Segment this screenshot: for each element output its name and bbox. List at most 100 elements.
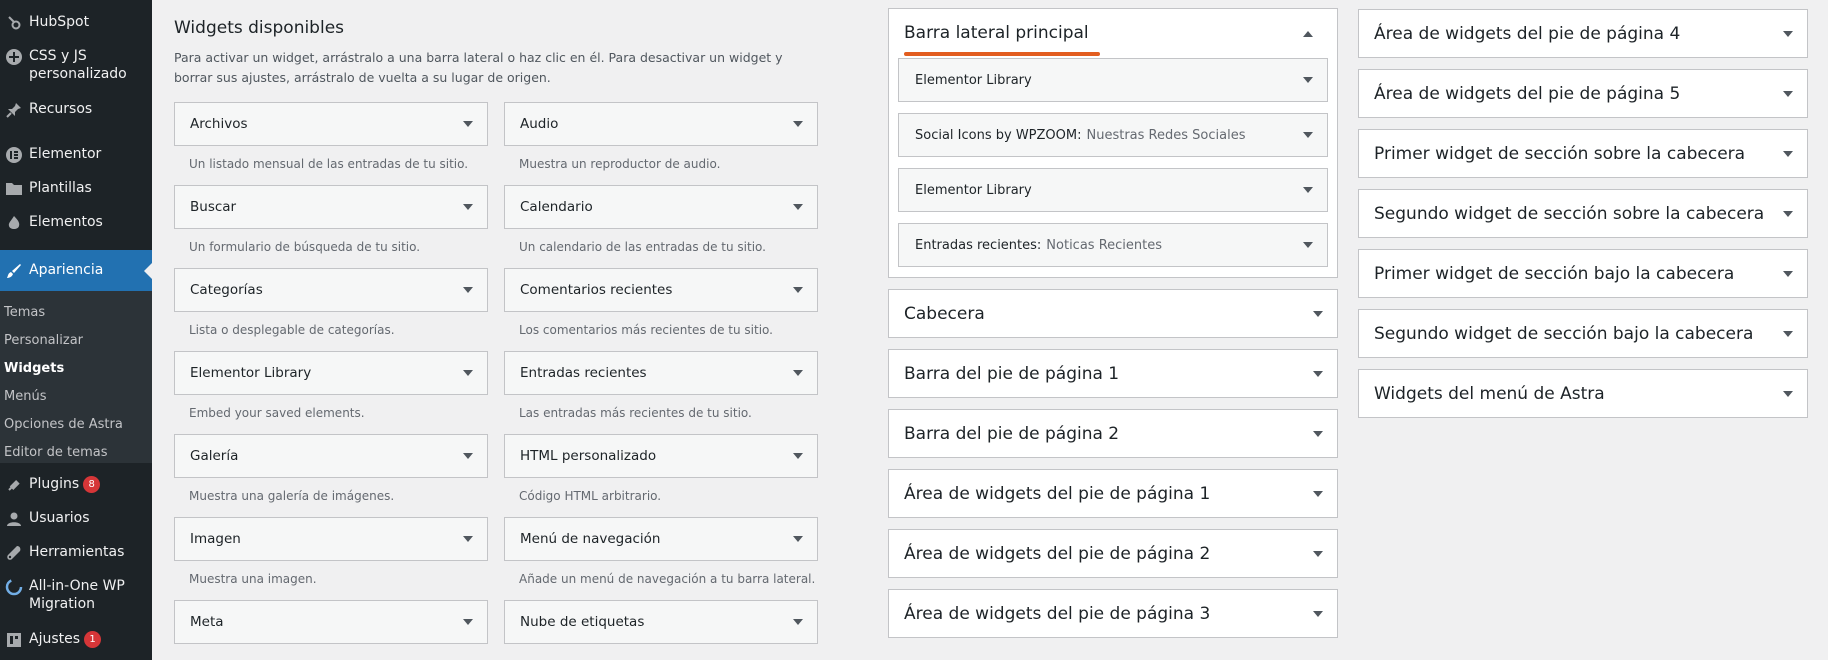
submenu-menus[interactable]: Menús: [4, 389, 46, 405]
sidebar-item-hubspot[interactable]: HubSpot: [0, 13, 152, 33]
area-menu-astra[interactable]: Widgets del menú de Astra: [1358, 369, 1808, 418]
widget-comentarios-recientes[interactable]: Comentarios recientes: [504, 268, 818, 312]
settings-icon: [4, 630, 24, 650]
expand-arrow-icon[interactable]: [463, 536, 473, 542]
area-primer-bajo-cabecera[interactable]: Primer widget de sección bajo la cabecer…: [1358, 249, 1808, 298]
placed-widget-entradas-recientes[interactable]: Entradas recientes: Noticas Recientes: [898, 223, 1328, 267]
widget-categorias[interactable]: Categorías: [174, 268, 488, 312]
sidebar-item-elementor[interactable]: Elementor: [0, 145, 152, 165]
admin-sidebar: HubSpot CSS y JS personalizado Recursos …: [0, 0, 152, 660]
placed-widget-elementor-library[interactable]: Elementor Library: [898, 58, 1328, 102]
area-segundo-sobre-cabecera[interactable]: Segundo widget de sección sobre la cabec…: [1358, 189, 1808, 238]
sidebar-item-ajustes[interactable]: Ajustes 1: [0, 630, 152, 650]
area-barra-lateral-principal[interactable]: Barra lateral principal Elementor Librar…: [888, 8, 1338, 278]
expand-arrow-icon[interactable]: [463, 121, 473, 127]
area-title[interactable]: Barra lateral principal: [904, 23, 1089, 43]
placed-widget-elementor-library-2[interactable]: Elementor Library: [898, 168, 1328, 212]
sidebar-item-herramientas[interactable]: Herramientas: [0, 543, 152, 563]
expand-arrow-icon[interactable]: [1303, 77, 1313, 83]
area-widgets-pie-5[interactable]: Área de widgets del pie de página 5: [1358, 69, 1808, 118]
expand-arrow-icon[interactable]: [793, 121, 803, 127]
submenu-widgets[interactable]: Widgets: [4, 361, 64, 377]
widget-desc: Lista o desplegable de categorías.: [189, 323, 395, 337]
area-widgets-pie-2[interactable]: Área de widgets del pie de página 2: [888, 529, 1338, 578]
sidebar-item-recursos[interactable]: Recursos: [0, 100, 152, 120]
expand-arrow-icon[interactable]: [1313, 430, 1323, 437]
widget-calendario[interactable]: Calendario: [504, 185, 818, 229]
expand-arrow-icon[interactable]: [793, 536, 803, 542]
flame-icon: [4, 213, 24, 233]
area-widgets-pie-1[interactable]: Área de widgets del pie de página 1: [888, 469, 1338, 518]
widget-imagen[interactable]: Imagen: [174, 517, 488, 561]
sidebar-item-apariencia[interactable]: Apariencia: [0, 250, 152, 291]
expand-arrow-icon[interactable]: [1313, 550, 1323, 557]
sidebar-item-css-js[interactable]: CSS y JS personalizado: [0, 47, 152, 83]
sidebar-item-all-in-one-migration[interactable]: All-in-One WP Migration: [0, 577, 152, 613]
expand-arrow-icon[interactable]: [1313, 490, 1323, 497]
expand-arrow-icon[interactable]: [793, 204, 803, 210]
area-barra-pie-2[interactable]: Barra del pie de página 2: [888, 409, 1338, 458]
sidebar-item-usuarios[interactable]: Usuarios: [0, 509, 152, 529]
expand-arrow-icon[interactable]: [1783, 30, 1793, 37]
expand-arrow-icon[interactable]: [1783, 390, 1793, 397]
expand-arrow-icon[interactable]: [1783, 330, 1793, 337]
widget-desc: Los comentarios más recientes de tu siti…: [519, 323, 773, 337]
sidebar-item-elementos[interactable]: Elementos: [0, 213, 152, 233]
expand-arrow-icon[interactable]: [463, 453, 473, 459]
widget-galeria[interactable]: Galería: [174, 434, 488, 478]
area-cabecera[interactable]: Cabecera: [888, 289, 1338, 338]
placed-widget-social-icons[interactable]: Social Icons by WPZOOM: Nuestras Redes So…: [898, 113, 1328, 157]
expand-arrow-icon[interactable]: [1783, 210, 1793, 217]
active-underline: [904, 52, 1100, 56]
expand-arrow-icon[interactable]: [1303, 187, 1313, 193]
expand-arrow-icon[interactable]: [793, 370, 803, 376]
widget-desc: Un formulario de búsqueda de tu sitio.: [189, 240, 421, 254]
wrench-icon: [4, 543, 24, 563]
widget-desc: Las entradas más recientes de tu sitio.: [519, 406, 752, 420]
widget-desc: Un calendario de las entradas de tu siti…: [519, 240, 766, 254]
collapse-arrow-icon[interactable]: [1303, 31, 1313, 37]
widget-audio[interactable]: Audio: [504, 102, 818, 146]
submenu-personalizar[interactable]: Personalizar: [4, 333, 83, 349]
hubspot-icon: [4, 13, 24, 33]
brush-icon: [4, 261, 24, 281]
expand-arrow-icon[interactable]: [1313, 610, 1323, 617]
submenu-opciones-astra[interactable]: Opciones de Astra: [4, 417, 123, 433]
expand-arrow-icon[interactable]: [1783, 90, 1793, 97]
migration-icon: [4, 577, 24, 597]
widget-entradas-recientes[interactable]: Entradas recientes: [504, 351, 818, 395]
area-widgets-pie-3[interactable]: Área de widgets del pie de página 3: [888, 589, 1338, 638]
appearance-submenu: Temas Personalizar Widgets Menús Opcione…: [0, 291, 152, 463]
expand-arrow-icon[interactable]: [1303, 242, 1313, 248]
pin-icon: [4, 100, 24, 120]
area-widgets-pie-4[interactable]: Área de widgets del pie de página 4: [1358, 9, 1808, 58]
expand-arrow-icon[interactable]: [463, 204, 473, 210]
widget-meta[interactable]: Meta: [174, 600, 488, 644]
expand-arrow-icon[interactable]: [1313, 310, 1323, 317]
widget-elementor-library[interactable]: Elementor Library: [174, 351, 488, 395]
submenu-temas[interactable]: Temas: [4, 305, 45, 321]
expand-arrow-icon[interactable]: [793, 287, 803, 293]
sidebar-item-plantillas[interactable]: Plantillas: [0, 179, 152, 199]
plugins-update-badge: 8: [83, 476, 101, 493]
expand-arrow-icon[interactable]: [1313, 370, 1323, 377]
expand-arrow-icon[interactable]: [793, 453, 803, 459]
submenu-editor-temas[interactable]: Editor de temas: [4, 445, 108, 461]
expand-arrow-icon[interactable]: [793, 619, 803, 625]
widget-archivos[interactable]: Archivos: [174, 102, 488, 146]
expand-arrow-icon[interactable]: [463, 287, 473, 293]
expand-arrow-icon[interactable]: [1303, 132, 1313, 138]
area-barra-pie-1[interactable]: Barra del pie de página 1: [888, 349, 1338, 398]
widget-nube-etiquetas[interactable]: Nube de etiquetas: [504, 600, 818, 644]
expand-arrow-icon[interactable]: [463, 370, 473, 376]
plus-circle-icon: [4, 47, 24, 67]
sidebar-item-plugins[interactable]: Plugins 8: [0, 475, 152, 495]
widget-menu-navegacion[interactable]: Menú de navegación: [504, 517, 818, 561]
widget-buscar[interactable]: Buscar: [174, 185, 488, 229]
widget-html-personalizado[interactable]: HTML personalizado: [504, 434, 818, 478]
expand-arrow-icon[interactable]: [1783, 270, 1793, 277]
expand-arrow-icon[interactable]: [1783, 150, 1793, 157]
area-segundo-bajo-cabecera[interactable]: Segundo widget de sección bajo la cabece…: [1358, 309, 1808, 358]
expand-arrow-icon[interactable]: [463, 619, 473, 625]
area-primer-sobre-cabecera[interactable]: Primer widget de sección sobre la cabece…: [1358, 129, 1808, 178]
